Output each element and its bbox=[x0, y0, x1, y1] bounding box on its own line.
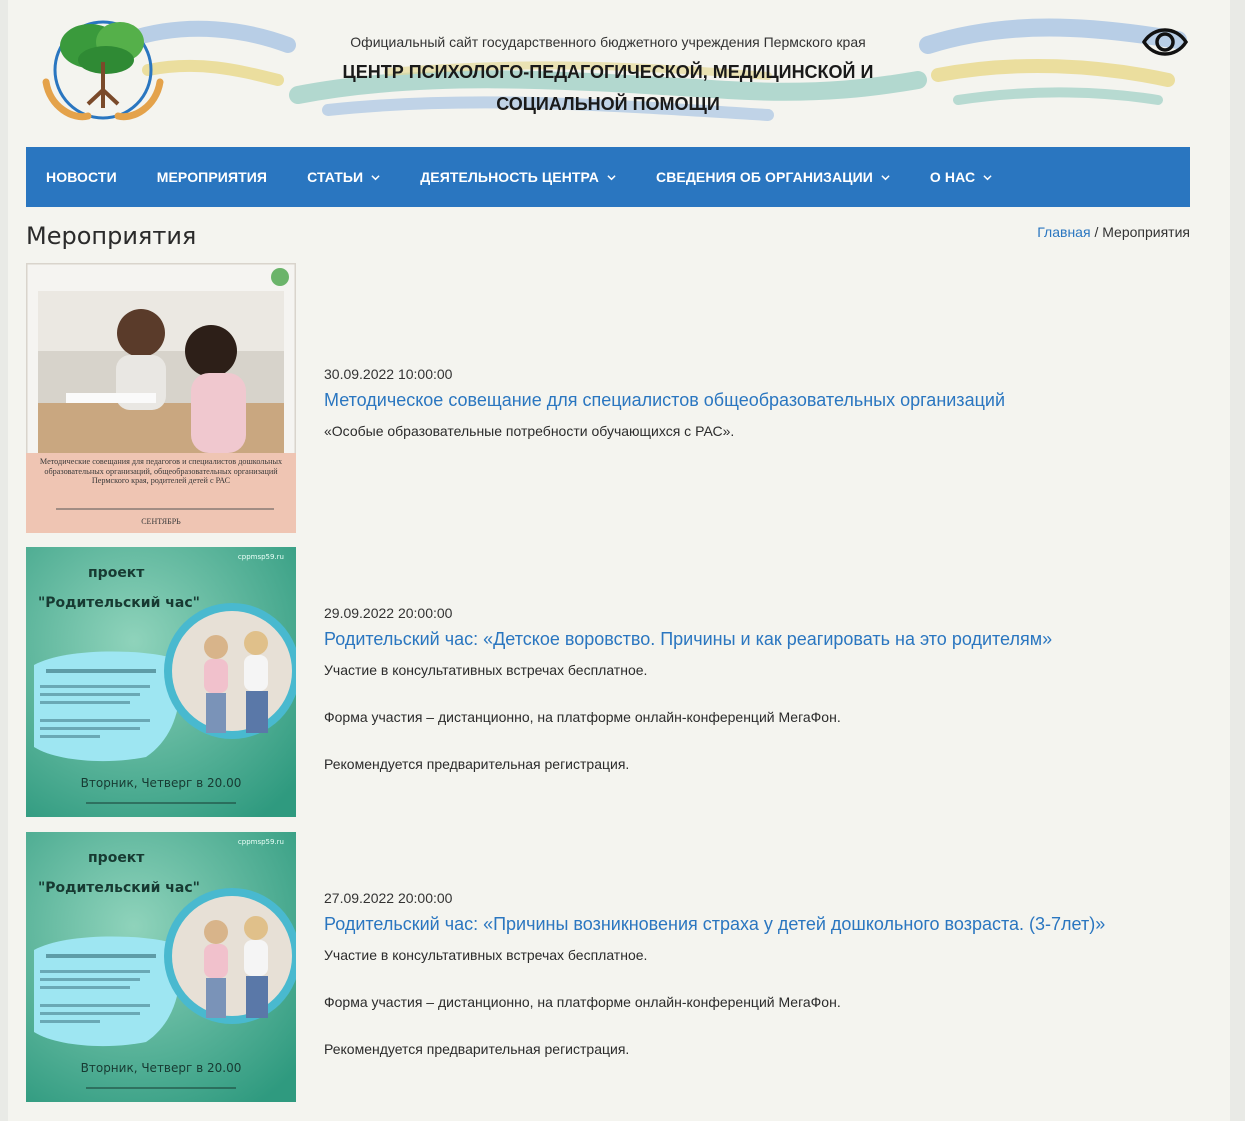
event-date: 29.09.2022 20:00:00 bbox=[324, 605, 453, 621]
poster-schedule: Вторник, Четверг в 20.00 bbox=[81, 776, 242, 790]
poster-project-name: "Родительский час" bbox=[38, 595, 200, 611]
nav-item-label: НОВОСТИ bbox=[46, 169, 117, 185]
eye-icon[interactable] bbox=[1140, 22, 1190, 62]
nav-item-label: СТАТЬИ bbox=[307, 169, 364, 185]
site-header: Официальный сайт государственного бюджет… bbox=[8, 0, 1230, 140]
event-thumbnail[interactable]: cppmsp59.ru проект "Родительский час" Вт… bbox=[26, 547, 296, 817]
poster-caption: Методические совещания для педагогов и с… bbox=[39, 457, 283, 486]
event-title-link[interactable]: Методическое совещание для специалистов … bbox=[324, 390, 1005, 411]
poster-project-name: "Родительский час" bbox=[38, 880, 200, 896]
event-body: 29.09.2022 20:00:00 Родительский час: «Д… bbox=[324, 605, 1052, 803]
event-paragraph: Форма участия – дистанционно, на платфор… bbox=[324, 709, 841, 725]
breadcrumb-home-link[interactable]: Главная bbox=[1037, 224, 1090, 240]
event-item: cppmsp59.ru проект "Родительский час" Вт… bbox=[26, 832, 1190, 1102]
page-title: Мероприятия bbox=[26, 222, 197, 250]
chevron-down-icon bbox=[607, 174, 616, 180]
site-title-line1: ЦЕНТР ПСИХОЛОГО-ПЕДАГОГИЧЕСКОЙ, МЕДИЦИНС… bbox=[342, 62, 874, 82]
chevron-down-icon bbox=[983, 174, 992, 180]
event-item: cppmsp59.ru проект "Родительский час" Вт… bbox=[26, 547, 1190, 817]
event-body: 27.09.2022 20:00:00 Родительский час: «П… bbox=[324, 890, 1105, 1088]
event-thumbnail[interactable]: cppmsp59.ru проект "Родительский час" Вт… bbox=[26, 832, 296, 1102]
nav-item-label: МЕРОПРИЯТИЯ bbox=[156, 169, 268, 185]
site-title-line2: СОЦИАЛЬНОЙ ПОМОЩИ bbox=[496, 94, 720, 114]
poster-site: cppmsp59.ru bbox=[238, 553, 284, 561]
event-paragraph: «Особые образовательные потребности обуч… bbox=[324, 423, 735, 439]
event-paragraph: Участие в консультативных встречах беспл… bbox=[324, 662, 648, 678]
breadcrumb-separator: / bbox=[1090, 224, 1103, 240]
site-logo[interactable] bbox=[28, 12, 178, 130]
event-description: Участие в консультативных встречах беспл… bbox=[324, 662, 1052, 772]
nav-item-org-info[interactable]: СВЕДЕНИЯ ОБ ОРГАНИЗАЦИИ bbox=[636, 147, 910, 207]
event-item: Методические совещания для педагогов и с… bbox=[26, 263, 1190, 533]
poster-site: cppmsp59.ru bbox=[238, 838, 284, 846]
chevron-down-icon bbox=[881, 174, 890, 180]
poster-schedule: Вторник, Четверг в 20.00 bbox=[81, 1061, 242, 1075]
nav-item-label: ДЕЯТЕЛЬНОСТЬ ЦЕНТРА bbox=[420, 169, 599, 185]
event-description: «Особые образовательные потребности обуч… bbox=[324, 423, 1005, 439]
event-paragraph: Рекомендуется предварительная регистраци… bbox=[324, 756, 630, 772]
nav-item-center-activity[interactable]: ДЕЯТЕЛЬНОСТЬ ЦЕНТРА bbox=[400, 147, 636, 207]
event-title-link[interactable]: Родительский час: «Детское воровство. Пр… bbox=[324, 629, 1052, 650]
nav-item-articles[interactable]: СТАТЬИ bbox=[287, 147, 400, 207]
event-title-link[interactable]: Родительский час: «Причины возникновения… bbox=[324, 914, 1105, 935]
poster-word: проект bbox=[88, 850, 145, 866]
event-date: 27.09.2022 20:00:00 bbox=[324, 890, 453, 906]
event-paragraph: Форма участия – дистанционно, на платфор… bbox=[324, 994, 841, 1010]
poster-month: СЕНТЯБРЬ bbox=[141, 517, 181, 526]
event-body: 30.09.2022 10:00:00 Методическое совещан… bbox=[324, 366, 1005, 470]
nav-item-events[interactable]: МЕРОПРИЯТИЯ bbox=[137, 147, 287, 207]
nav-item-label: О НАС bbox=[929, 169, 976, 185]
event-description: Участие в консультативных встречах беспл… bbox=[324, 947, 1105, 1057]
breadcrumb-current: Мероприятия bbox=[1102, 224, 1190, 240]
event-thumbnail[interactable]: Методические совещания для педагогов и с… bbox=[26, 263, 296, 533]
event-paragraph: Рекомендуется предварительная регистраци… bbox=[324, 1041, 630, 1057]
breadcrumb: Главная / Мероприятия bbox=[1037, 224, 1190, 240]
site-title: ЦЕНТР ПСИХОЛОГО-ПЕДАГОГИЧЕСКОЙ, МЕДИЦИНС… bbox=[278, 56, 938, 120]
chevron-down-icon bbox=[371, 174, 380, 180]
event-paragraph: Участие в консультативных встречах беспл… bbox=[324, 947, 648, 963]
page: Официальный сайт государственного бюджет… bbox=[8, 0, 1230, 1121]
main-nav: НОВОСТИ МЕРОПРИЯТИЯ СТАТЬИ ДЕЯТЕЛЬНОСТЬ … bbox=[26, 147, 1190, 207]
nav-item-label: СВЕДЕНИЯ ОБ ОРГАНИЗАЦИИ bbox=[655, 169, 873, 185]
site-caption: Официальный сайт государственного бюджет… bbox=[350, 34, 866, 50]
nav-item-news[interactable]: НОВОСТИ bbox=[26, 147, 137, 207]
event-date: 30.09.2022 10:00:00 bbox=[324, 366, 453, 382]
nav-item-about[interactable]: О НАС bbox=[910, 147, 1012, 207]
poster-word: проект bbox=[88, 565, 145, 581]
